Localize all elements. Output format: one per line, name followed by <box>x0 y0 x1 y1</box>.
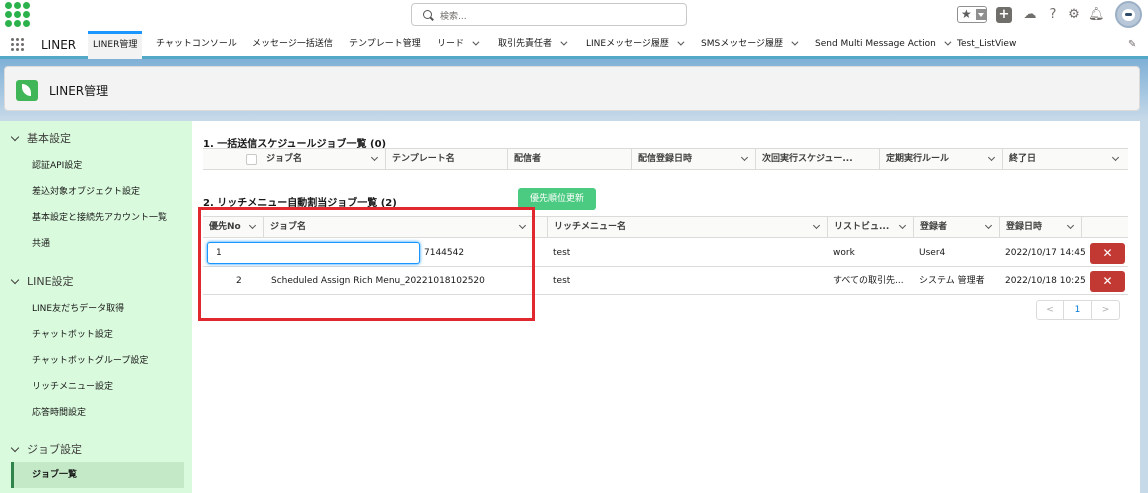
favorites-star-icon: ★ <box>961 7 972 21</box>
search-icon <box>423 10 432 19</box>
col-job-name[interactable]: ジョブ名 <box>260 149 385 170</box>
list-view-cell: すべての取引先... <box>833 276 904 286</box>
next-page-button[interactable]: > <box>1092 301 1119 319</box>
tab-line-message-history[interactable]: LINEメッセージ履歴 <box>586 31 685 59</box>
sidebar-item-auth-api[interactable]: 認証API設定 <box>32 158 82 171</box>
app-nav-bar: LINER LINER管理 チャットコンソール メッセージ一括送信 テンプレート… <box>0 31 1148 59</box>
chevron-down-icon[interactable] <box>976 9 986 20</box>
sidebar-item-common[interactable]: 共通 <box>32 236 50 249</box>
chevron-down-icon[interactable] <box>677 38 685 46</box>
search-placeholder: 検索... <box>440 12 467 22</box>
select-all-checkbox[interactable] <box>246 154 257 165</box>
chevron-down-icon[interactable] <box>898 221 907 230</box>
sidebar-item-response-time[interactable]: 応答時間設定 <box>32 405 86 418</box>
tab-liner-admin[interactable]: LINER管理 <box>88 31 143 59</box>
col-recurring-rule[interactable]: 定期実行ルール <box>879 149 1002 170</box>
favorites-button[interactable]: ★ <box>957 6 987 23</box>
sidebar-item-rich-menu[interactable]: リッチメニュー設定 <box>32 379 113 392</box>
chevron-down-icon[interactable] <box>984 221 993 230</box>
registrant-cell: システム 管理者 <box>919 276 985 286</box>
chevron-down-icon[interactable] <box>1066 221 1075 230</box>
chevron-down-icon <box>10 443 20 453</box>
col-rich-menu-name[interactable]: リッチメニュー名 <box>547 217 827 238</box>
tab-contact[interactable]: 取引先責任者 <box>498 31 568 59</box>
pagination: < 1 > <box>1036 300 1120 320</box>
notification-bell-icon[interactable]: 🔔︎ <box>1088 7 1105 23</box>
global-header: 検索... ★ + ☁ ? ⚙ 🔔︎ <box>0 0 1148 31</box>
col-registrant[interactable]: 登録者 <box>913 217 999 238</box>
rich-menu-cell: test <box>553 248 571 258</box>
tab-send-multi-message-action[interactable]: Send Multi Message Action <box>815 31 952 59</box>
sidebar-item-accounts[interactable]: 基本設定と接続先アカウント一覧 <box>32 210 167 223</box>
sidebar-section-job[interactable]: ジョブ設定 <box>10 441 82 457</box>
sidebar-section-line[interactable]: LINE設定 <box>10 273 74 289</box>
registered-at-cell: 2022/10/17 14:45 <box>1005 248 1086 258</box>
col-delivery-registered[interactable]: 配信登録日時 <box>631 149 755 170</box>
chevron-down-icon[interactable] <box>812 221 821 230</box>
chevron-down-icon[interactable] <box>740 153 749 162</box>
col-template-name[interactable]: テンプレート名 <box>385 149 507 170</box>
section1-table-header: ジョブ名 テンプレート名 配信者 配信登録日時 次回実行スケジュー... 定期実… <box>203 148 1128 170</box>
tab-test-listview[interactable]: Test_ListView <box>957 31 1016 59</box>
sidebar-item-chatbot-group[interactable]: チャットボットグループ設定 <box>32 353 148 366</box>
chevron-down-icon[interactable] <box>791 38 799 46</box>
sidebar-item-chatbot[interactable]: チャットボット設定 <box>32 327 113 340</box>
page-header: LINER管理 <box>4 66 1140 111</box>
tab-template-admin[interactable]: テンプレート管理 <box>349 31 421 59</box>
tab-bulk-send[interactable]: メッセージ一括送信 <box>252 31 333 59</box>
delete-button[interactable]: ✕ <box>1090 243 1125 264</box>
rich-menu-cell: test <box>553 276 571 286</box>
registered-at-cell: 2022/10/18 10:25 <box>1005 276 1086 286</box>
delete-button[interactable]: ✕ <box>1090 271 1125 292</box>
leaf-icon <box>16 80 38 101</box>
sidebar-section-basic[interactable]: 基本設定 <box>10 130 71 146</box>
list-view-cell: work <box>833 248 855 258</box>
chevron-down-icon[interactable] <box>987 153 996 162</box>
app-logo-icon[interactable] <box>5 2 33 28</box>
app-launcher-icon[interactable] <box>11 38 25 52</box>
chevron-down-icon[interactable] <box>370 153 379 162</box>
highlight-annotation-box <box>198 207 535 321</box>
sidebar-item-line-friends[interactable]: LINE友だちデータ取得 <box>32 301 124 314</box>
help-icon[interactable]: ? <box>1045 7 1061 23</box>
chevron-down-icon <box>10 132 20 142</box>
col-registered-at[interactable]: 登録日時 <box>999 217 1081 238</box>
chevron-down-icon[interactable] <box>560 38 568 46</box>
tab-chat-console[interactable]: チャットコンソール <box>156 31 237 59</box>
app-name: LINER <box>41 38 77 52</box>
sidebar-item-job-list[interactable]: ジョブ一覧 <box>11 462 184 488</box>
global-search-input[interactable]: 検索... <box>411 3 687 26</box>
col-actions <box>1081 217 1128 238</box>
setup-gear-icon[interactable]: ⚙ <box>1066 7 1082 23</box>
chevron-down-icon[interactable] <box>1111 153 1120 162</box>
chevron-down-icon[interactable] <box>944 38 952 46</box>
page-number[interactable]: 1 <box>1064 301 1092 319</box>
avatar[interactable] <box>1115 1 1142 28</box>
chevron-down-icon[interactable] <box>472 38 480 46</box>
trailhead-icon[interactable]: ☁ <box>1022 7 1038 23</box>
chevron-down-icon <box>10 275 20 285</box>
edit-nav-pencil-icon[interactable]: ✎ <box>1128 39 1136 50</box>
col-next-schedule[interactable]: 次回実行スケジュー... <box>755 149 879 170</box>
col-end-date[interactable]: 終了日 <box>1002 149 1126 170</box>
prev-page-button[interactable]: < <box>1037 301 1064 319</box>
col-list-view[interactable]: リストビュ... <box>827 217 913 238</box>
tab-sms-message-history[interactable]: SMSメッセージ履歴 <box>701 31 799 59</box>
sidebar-item-insert-object[interactable]: 差込対象オブジェクト設定 <box>32 184 140 197</box>
registrant-cell: User4 <box>919 248 946 258</box>
tab-lead[interactable]: リード <box>437 31 480 59</box>
add-icon[interactable]: + <box>996 7 1012 23</box>
col-sender[interactable]: 配信者 <box>507 149 631 170</box>
page-title: LINER管理 <box>49 84 109 98</box>
